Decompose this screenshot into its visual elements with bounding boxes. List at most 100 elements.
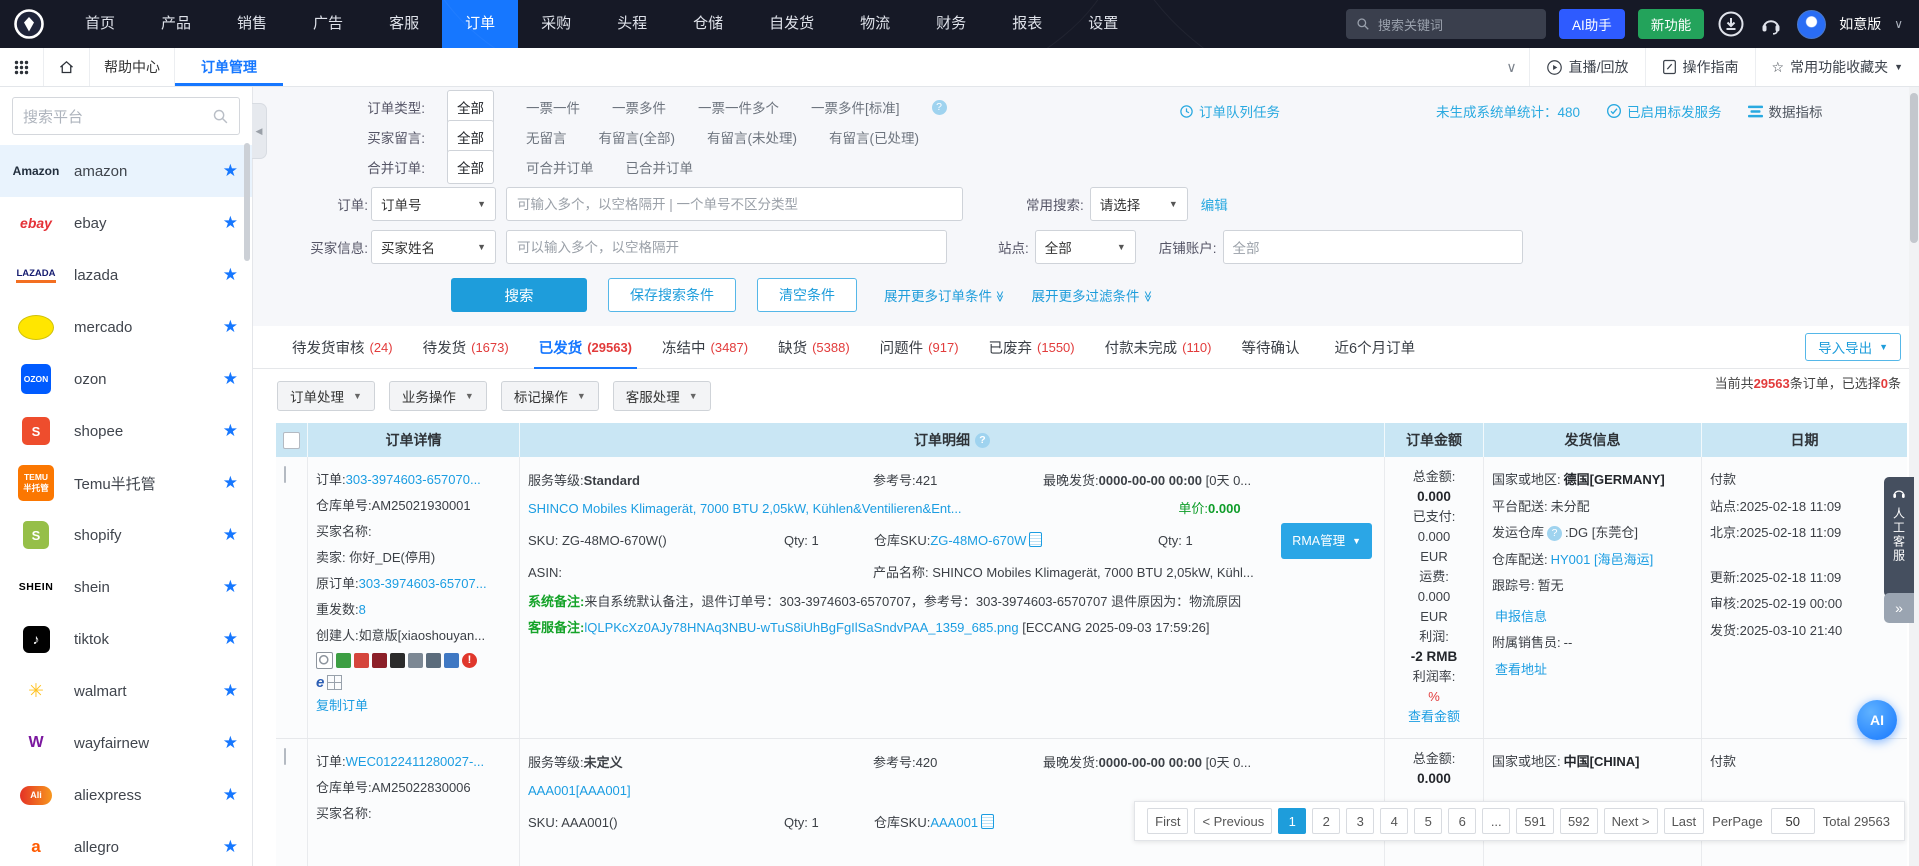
toolbar-dropdown-button[interactable]: 业务操作 ▼ bbox=[389, 381, 487, 411]
apps-grid-icon[interactable] bbox=[0, 48, 44, 86]
new-feature-button[interactable]: 新功能 bbox=[1638, 9, 1705, 39]
platform-item[interactable]: SHEIN shein ★ bbox=[0, 561, 252, 613]
favorite-star-icon[interactable]: ★ bbox=[223, 213, 238, 233]
app-logo-icon[interactable] bbox=[12, 7, 46, 41]
buyer-message-option[interactable]: 有留言(未处理) bbox=[707, 127, 797, 147]
page-button[interactable]: 1 bbox=[1278, 808, 1306, 834]
ai-assistant-button[interactable]: AI助手 bbox=[1559, 9, 1625, 39]
buyer-name-input[interactable] bbox=[506, 230, 947, 264]
order-type-option[interactable]: 一票多件 bbox=[612, 97, 666, 117]
platform-item[interactable]: TEMU 半托管 Temu半托管 ★ bbox=[0, 457, 252, 509]
platform-item[interactable]: Ali aliexpress ★ bbox=[0, 769, 252, 821]
favorite-star-icon[interactable]: ★ bbox=[223, 733, 238, 753]
home-icon[interactable] bbox=[44, 48, 90, 86]
order-status-tab[interactable]: 等待确认 bbox=[1227, 326, 1320, 368]
e-service-icon[interactable]: e bbox=[316, 674, 324, 691]
expand-order-conditions-link[interactable]: 展开更多订单条件 ≫ bbox=[884, 285, 1005, 305]
sidebar-scrollbar[interactable] bbox=[244, 143, 250, 261]
buyer-message-option[interactable]: 无留言 bbox=[526, 127, 567, 147]
buyer-field-select[interactable]: 买家姓名 ▼ bbox=[371, 230, 496, 264]
order-status-tab[interactable]: 已废弃 (1550) bbox=[974, 326, 1090, 368]
top-nav-item[interactable]: 订单 bbox=[442, 0, 518, 48]
items-help-icon[interactable]: ? bbox=[975, 433, 990, 448]
version-label[interactable]: 如意版 bbox=[1839, 14, 1881, 34]
favorite-star-icon[interactable]: ★ bbox=[223, 681, 238, 701]
merge-order-option[interactable]: 全部 bbox=[447, 150, 494, 184]
unsynced-orders-stat[interactable]: 未生成系统单统计：480 bbox=[1436, 101, 1580, 121]
page-button[interactable]: 591 bbox=[1516, 808, 1554, 834]
top-nav-item[interactable]: 自发货 bbox=[746, 0, 837, 48]
human-customer-service-button[interactable]: 人工客服 bbox=[1884, 477, 1914, 597]
platform-item[interactable]: S shopee ★ bbox=[0, 405, 252, 457]
version-chevron-down-icon[interactable]: ∨ bbox=[1894, 17, 1903, 31]
platform-item[interactable]: ♪ tiktok ★ bbox=[0, 613, 252, 665]
rma-manage-button[interactable]: RMA管理▼ bbox=[1281, 523, 1372, 559]
operation-guide-link[interactable]: 操作指南 bbox=[1645, 48, 1755, 86]
previous-page-button[interactable]: < Previous bbox=[1194, 808, 1272, 834]
platform-item[interactable]: a allegro ★ bbox=[0, 821, 252, 866]
top-nav-item[interactable]: 首页 bbox=[62, 0, 138, 48]
next-page-button[interactable]: Next > bbox=[1604, 808, 1658, 834]
common-search-select[interactable]: 请选择 ▼ bbox=[1090, 187, 1188, 221]
site-select[interactable]: 全部 ▼ bbox=[1035, 230, 1136, 264]
favorite-star-icon[interactable]: ★ bbox=[223, 629, 238, 649]
favorite-star-icon[interactable]: ★ bbox=[223, 473, 238, 493]
top-nav-item[interactable]: 头程 bbox=[594, 0, 670, 48]
favorite-star-icon[interactable]: ★ bbox=[223, 837, 238, 857]
toolbar-dropdown-button[interactable]: 标记操作 ▼ bbox=[501, 381, 599, 411]
cs-note-file-link[interactable]: lQLPKcXz0AJy78HNAq3NBU-wTuS8iUhBgFgIlSaS… bbox=[584, 620, 1018, 635]
platform-item[interactable]: mercado ★ bbox=[0, 301, 252, 353]
favorite-star-icon[interactable]: ★ bbox=[223, 421, 238, 441]
warehouse-help-icon[interactable]: ? bbox=[1547, 526, 1562, 541]
global-search-input[interactable]: 搜索关键词 bbox=[1346, 9, 1546, 39]
top-nav-item[interactable]: 仓储 bbox=[670, 0, 746, 48]
favorite-star-icon[interactable]: ★ bbox=[223, 785, 238, 805]
sync-icon[interactable] bbox=[426, 653, 441, 668]
order-number-link[interactable]: 303-3974603-657070... bbox=[346, 472, 481, 487]
order-management-tab[interactable]: 订单管理 bbox=[175, 48, 283, 86]
import-export-button[interactable]: 导入导出 ▼ bbox=[1805, 333, 1901, 361]
favorite-star-icon[interactable]: ★ bbox=[223, 161, 238, 181]
label-service-status[interactable]: 已启用标发服务 bbox=[1606, 101, 1722, 121]
merge-order-option[interactable]: 已合并订单 bbox=[626, 157, 694, 177]
widget-collapse-handle[interactable]: » bbox=[1884, 593, 1914, 623]
sidebar-collapse-handle[interactable]: ◀ bbox=[252, 103, 267, 159]
order-status-tab[interactable]: 付款未完成 (110) bbox=[1090, 326, 1227, 368]
buyer-message-option[interactable]: 全部 bbox=[447, 120, 494, 154]
ai-float-button[interactable]: AI bbox=[1857, 700, 1897, 740]
save-search-button[interactable]: 保存搜索条件 bbox=[608, 278, 736, 312]
first-page-button[interactable]: First bbox=[1147, 808, 1188, 834]
buyer-message-option[interactable]: 有留言(已处理) bbox=[829, 127, 919, 147]
platform-item[interactable]: OZON ozon ★ bbox=[0, 353, 252, 405]
expand-filter-conditions-link[interactable]: 展开更多过滤条件 ≫ bbox=[1032, 285, 1153, 305]
top-nav-item[interactable]: 财务 bbox=[913, 0, 989, 48]
order-status-tab[interactable]: 近6个月订单 bbox=[1320, 326, 1436, 368]
top-nav-item[interactable]: 设置 bbox=[1065, 0, 1141, 48]
perpage-input[interactable] bbox=[1771, 808, 1815, 834]
page-button[interactable]: 6 bbox=[1448, 808, 1476, 834]
order-number-input[interactable] bbox=[506, 187, 963, 221]
zoom-icon[interactable] bbox=[316, 652, 333, 669]
mail-icon[interactable] bbox=[372, 653, 387, 668]
page-button[interactable]: 5 bbox=[1414, 808, 1442, 834]
search-button[interactable]: 搜索 bbox=[451, 278, 587, 312]
order-status-tab[interactable]: 缺货 (5388) bbox=[763, 326, 865, 368]
scrollbar-thumb[interactable] bbox=[1910, 93, 1918, 243]
top-nav-item[interactable]: 物流 bbox=[837, 0, 913, 48]
platform-item[interactable]: S shopify ★ bbox=[0, 509, 252, 561]
favorites-link[interactable]: ☆ 常用功能收藏夹 ▼ bbox=[1755, 48, 1919, 86]
platform-item[interactable]: ebay ebay ★ bbox=[0, 197, 252, 249]
warehouse-sku-link[interactable]: ZG-48MO-670W bbox=[930, 533, 1026, 548]
product-title-link[interactable]: AAA001[AAA001] bbox=[528, 777, 1043, 805]
platform-search-input[interactable]: 搜索平台 bbox=[12, 97, 240, 135]
top-nav-item[interactable]: 广告 bbox=[290, 0, 366, 48]
user-avatar[interactable] bbox=[1797, 10, 1826, 39]
support-headset-icon[interactable] bbox=[1757, 11, 1784, 38]
clipboard-icon[interactable] bbox=[1029, 532, 1042, 547]
alert-icon[interactable]: ! bbox=[462, 653, 477, 668]
live-replay-link[interactable]: 直播/回放 bbox=[1529, 48, 1645, 86]
order-type-option[interactable]: 全部 bbox=[447, 90, 494, 124]
download-icon[interactable] bbox=[1717, 11, 1744, 38]
data-metrics-link[interactable]: 数据指标 bbox=[1748, 101, 1823, 121]
platform-item[interactable]: LAZADA lazada ★ bbox=[0, 249, 252, 301]
